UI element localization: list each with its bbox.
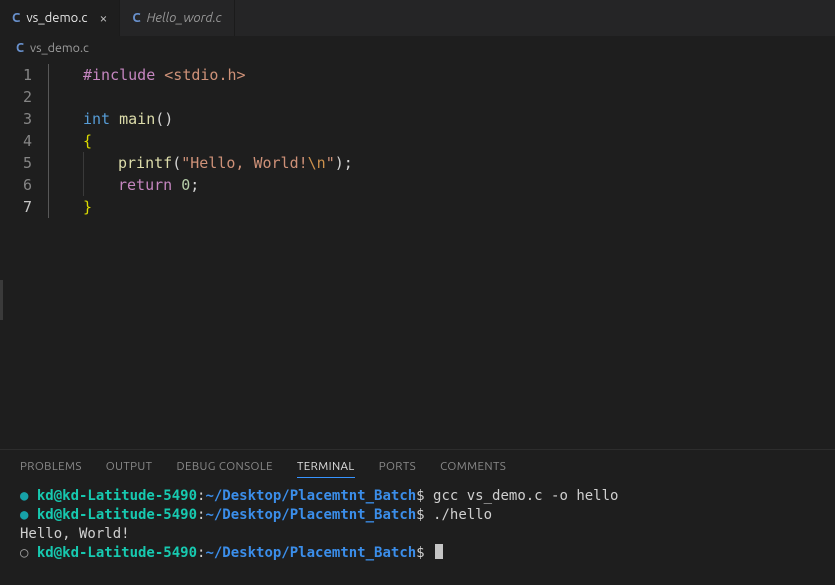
editor-tab-hello_word-c[interactable]: C Hello_word.c — [120, 0, 234, 36]
prompt-bullet-icon: ● — [20, 507, 37, 523]
terminal-cwd: ~/Desktop/Placemtnt_Batch — [205, 507, 416, 523]
line-number: 3 — [0, 108, 32, 130]
c-file-icon: C — [12, 11, 20, 25]
editor-tab-bar: Cvs_demo.c × C Hello_word.c — [0, 0, 835, 36]
panel-tab-output[interactable]: OUTPUT — [106, 460, 153, 473]
terminal-userhost: kd@kd-Latitude-5490 — [37, 507, 197, 523]
terminal-userhost: kd@kd-Latitude-5490 — [37, 545, 197, 561]
code-line[interactable]: { — [48, 130, 835, 152]
line-number: 1 — [0, 64, 32, 86]
line-number: 2 — [0, 86, 32, 108]
editor-tab-vs_demo-c[interactable]: Cvs_demo.c × — [0, 0, 120, 36]
tab-label: vs_demo.c — [26, 11, 87, 25]
terminal-command: gcc vs_demo.c -o hello — [433, 488, 618, 504]
line-number-gutter: 1234567 — [0, 64, 48, 449]
breadcrumb-file: vs_demo.c — [30, 41, 89, 55]
terminal-cursor — [435, 544, 443, 559]
terminal-view[interactable]: ● kd@kd-Latitude-5490:~/Desktop/Placemtn… — [0, 481, 835, 585]
code-line[interactable]: int main() — [48, 108, 835, 130]
panel-tab-ports[interactable]: PORTS — [379, 460, 416, 473]
line-number: 4 — [0, 130, 32, 152]
terminal-prompt-line: ● kd@kd-Latitude-5490:~/Desktop/Placemtn… — [20, 506, 815, 525]
close-icon[interactable]: × — [99, 11, 107, 25]
terminal-cwd: ~/Desktop/Placemtnt_Batch — [205, 488, 416, 504]
panel-tab-terminal[interactable]: TERMINAL — [297, 460, 355, 478]
panel-tab-debug-console[interactable]: DEBUG CONSOLE — [176, 460, 273, 473]
terminal-cwd: ~/Desktop/Placemtnt_Batch — [205, 545, 416, 561]
code-line[interactable]: printf("Hello, World!\n"); — [48, 152, 835, 174]
code-area[interactable]: #include <stdio.h> int main(){printf("Hel… — [48, 64, 835, 449]
prompt-bullet-icon: ● — [20, 488, 37, 504]
bottom-panel: PROBLEMS OUTPUT DEBUG CONSOLE TERMINAL PORTS… — [0, 449, 835, 585]
line-number: 7 — [0, 196, 32, 218]
terminal-userhost: kd@kd-Latitude-5490 — [37, 488, 197, 504]
code-editor[interactable]: 1234567 #include <stdio.h> int main(){pri… — [0, 60, 835, 449]
terminal-output-line: Hello, World! — [20, 525, 815, 544]
line-number: 5 — [0, 152, 32, 174]
code-line[interactable]: return 0; — [48, 174, 835, 196]
c-file-icon: C — [16, 41, 24, 55]
c-file-icon: C — [132, 11, 140, 25]
breadcrumb[interactable]: C vs_demo.c — [0, 36, 835, 60]
tab-label: Hello_word.c — [147, 11, 222, 25]
panel-tab-comments[interactable]: COMMENTS — [440, 460, 506, 473]
terminal-prompt-line: ○ kd@kd-Latitude-5490:~/Desktop/Placemtn… — [20, 544, 815, 563]
activity-bar-marker — [0, 280, 3, 320]
panel-tab-bar: PROBLEMS OUTPUT DEBUG CONSOLE TERMINAL PORTS… — [0, 450, 835, 481]
code-line[interactable] — [48, 86, 835, 108]
code-line[interactable]: #include <stdio.h> — [48, 64, 835, 86]
terminal-command: ./hello — [433, 507, 492, 523]
prompt-bullet-icon: ○ — [20, 545, 37, 561]
line-number: 6 — [0, 174, 32, 196]
terminal-prompt-line: ● kd@kd-Latitude-5490:~/Desktop/Placemtn… — [20, 487, 815, 506]
code-line[interactable]: } — [48, 196, 835, 218]
panel-tab-problems[interactable]: PROBLEMS — [20, 460, 82, 473]
